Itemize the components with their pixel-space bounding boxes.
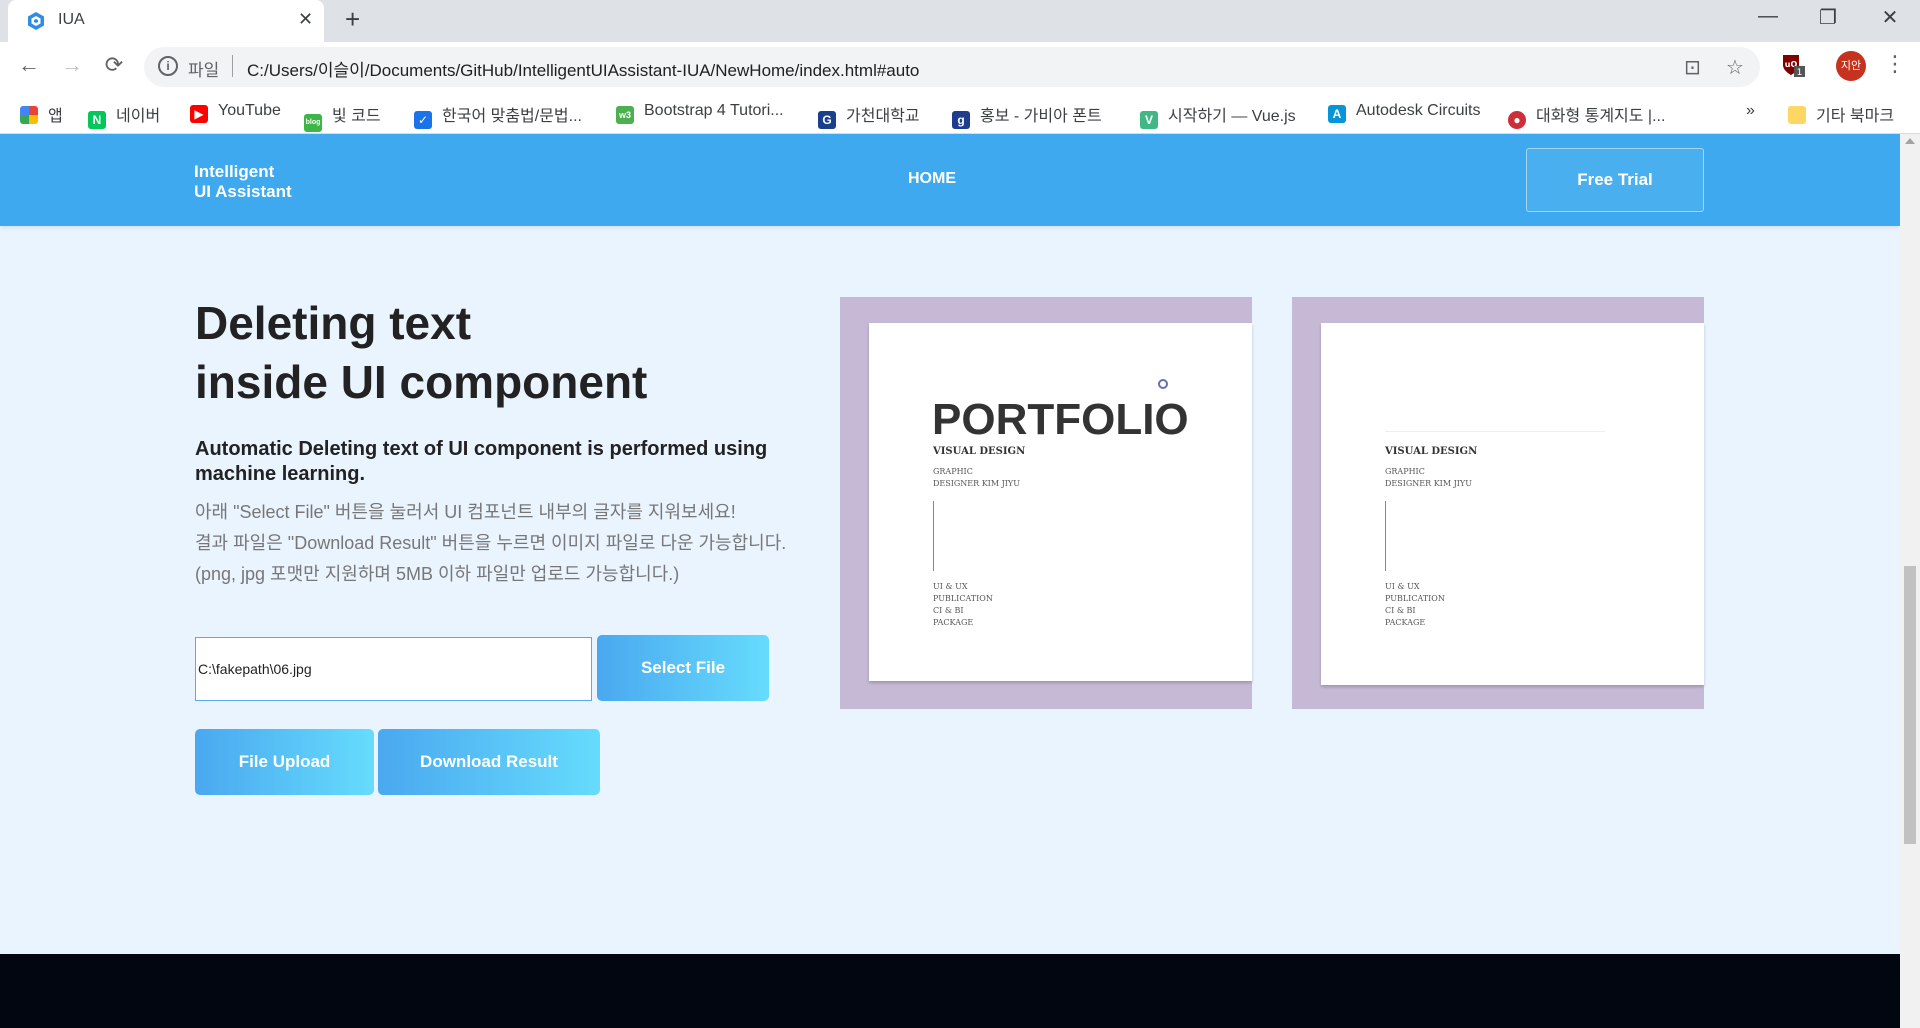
spellcheck-icon: ✓: [414, 111, 432, 129]
vue-icon: V: [1140, 111, 1158, 129]
bookmark-naver[interactable]: N 네이버: [88, 102, 160, 129]
back-button[interactable]: ←: [14, 52, 44, 78]
visual-design-heading: VISUAL DESIGN: [933, 446, 1026, 457]
page-viewport: Intelligent UI Assistant HOME Free Trial…: [0, 134, 1920, 1028]
free-trial-button[interactable]: Free Trial: [1526, 148, 1704, 212]
bookmark-vue[interactable]: V 시작하기 — Vue.js: [1140, 102, 1296, 129]
bookmark-gabia[interactable]: g 홍보 - 가비아 폰트: [952, 102, 1102, 129]
original-image: PORTFOLIO VISUAL DESIGN GRAPHIC DESIGNER…: [869, 323, 1252, 681]
close-window-button[interactable]: ✕: [1870, 5, 1910, 30]
nav-home-link[interactable]: HOME: [908, 170, 956, 188]
scroll-up-icon[interactable]: [1905, 138, 1915, 144]
extension-badge: 1: [1797, 68, 1803, 78]
bookmark-gachon[interactable]: G 가천대학교: [818, 102, 920, 129]
vertical-rule: [933, 501, 934, 571]
browser-tab[interactable]: IUA ✕: [8, 0, 324, 42]
result-image: VISUAL DESIGN GRAPHIC DESIGNER KIM JIYU …: [1321, 323, 1704, 685]
scroll-thumb[interactable]: [1904, 566, 1916, 844]
apps-icon: [20, 106, 38, 124]
bookmark-other-folder[interactable]: 기타 북마크: [1788, 102, 1894, 126]
bookmark-star-icon[interactable]: ☆: [1726, 55, 1744, 80]
hero-title: Deleting text inside UI component: [195, 294, 647, 412]
bookmark-bootstrap[interactable]: w3 Bootstrap 4 Tutori...: [616, 102, 784, 124]
iua-favicon-icon: [28, 12, 44, 30]
youtube-icon: ▶: [190, 105, 208, 123]
hero-title-line-2: inside UI component: [195, 356, 648, 408]
statmap-icon: ●: [1508, 111, 1526, 129]
tab-title: IUA: [58, 11, 85, 28]
file-path-field[interactable]: C:\fakepath\06.jpg: [195, 637, 592, 701]
tab-strip: IUA ✕ + — ❐ ✕: [0, 0, 1920, 42]
browser-toolbar: ← → ⟳ i 파일 C:/Users/이슬이/Documents/GitHub…: [0, 42, 1920, 92]
naver-icon: N: [88, 111, 106, 129]
page-scrollbar[interactable]: [1900, 134, 1920, 1028]
autodesk-icon: A: [1328, 105, 1346, 123]
bookmark-apps[interactable]: 앱: [20, 102, 63, 126]
designer-lines: GRAPHIC DESIGNER KIM JIYU: [1385, 467, 1472, 488]
erased-text-trace: [1385, 431, 1605, 432]
new-tab-button[interactable]: +: [345, 4, 360, 35]
hero-title-line-1: Deleting text: [195, 297, 472, 349]
info-icon[interactable]: i: [158, 56, 178, 76]
hero-description: 아래 "Select File" 버튼을 눌러서 UI 컴포넌트 내부의 글자를…: [195, 497, 795, 590]
vertical-rule: [1385, 501, 1386, 571]
tab-close-icon[interactable]: ✕: [298, 9, 313, 30]
circle-ornament: [1158, 379, 1168, 389]
url-separator: [232, 55, 233, 77]
visual-design-heading: VISUAL DESIGN: [1385, 446, 1478, 457]
original-image-frame: PORTFOLIO VISUAL DESIGN GRAPHIC DESIGNER…: [840, 297, 1252, 709]
ublock-extension-icon[interactable]: uO 1: [1780, 52, 1806, 83]
address-bar[interactable]: i 파일 C:/Users/이슬이/Documents/GitHub/Intel…: [144, 47, 1760, 87]
bookmark-autodesk[interactable]: A Autodesk Circuits: [1328, 102, 1481, 123]
profile-avatar[interactable]: 지안: [1836, 51, 1866, 81]
service-list: UI & UX PUBLICATION CI & BI PACKAGE: [1385, 582, 1445, 627]
hero-desc-2: 결과 파일은 "Download Result" 버튼을 누르면 이미지 파일로…: [195, 533, 787, 553]
blog-icon: blog: [304, 114, 322, 132]
bookmarks-overflow-icon[interactable]: »: [1746, 102, 1755, 120]
browser-menu-icon[interactable]: ⋮: [1884, 51, 1906, 77]
forward-button[interactable]: →: [57, 52, 87, 78]
translate-icon[interactable]: ⊡: [1684, 55, 1701, 80]
url-scheme-label: 파일: [188, 61, 220, 80]
site-footer: [0, 954, 1900, 1028]
select-file-button[interactable]: Select File: [597, 635, 769, 701]
file-upload-button[interactable]: File Upload: [195, 729, 374, 795]
restore-button[interactable]: ❐: [1808, 5, 1848, 30]
bookmark-statmap[interactable]: ● 대화형 통계지도 |...: [1508, 102, 1665, 129]
gabia-icon: g: [952, 111, 970, 129]
logo-line-1: Intelligent: [194, 162, 275, 181]
service-list: UI & UX PUBLICATION CI & BI PACKAGE: [933, 582, 993, 627]
download-result-button[interactable]: Download Result: [378, 729, 600, 795]
bookmark-blog[interactable]: blog 빛 코드: [304, 102, 381, 132]
designer-lines: GRAPHIC DESIGNER KIM JIYU: [933, 467, 1020, 488]
hero-desc-3: (png, jpg 포맷만 지원하며 5MB 이하 파일만 업로드 가능합니다.…: [195, 564, 680, 584]
result-image-frame: VISUAL DESIGN GRAPHIC DESIGNER KIM JIYU …: [1292, 297, 1704, 709]
site-logo[interactable]: Intelligent UI Assistant: [194, 162, 292, 202]
logo-line-2: UI Assistant: [194, 182, 292, 201]
gachon-icon: G: [818, 111, 836, 129]
w3schools-icon: w3: [616, 106, 634, 124]
bookmarks-bar: 앱 N 네이버 ▶ YouTube blog 빛 코드 ✓ 한국어 맞춤법/문법... …: [0, 92, 1920, 134]
bookmark-youtube[interactable]: ▶ YouTube: [190, 102, 281, 123]
reload-button[interactable]: ⟳: [99, 52, 129, 78]
hero-subtitle: Automatic Deleting text of UI component …: [195, 438, 768, 485]
bookmark-spellcheck[interactable]: ✓ 한국어 맞춤법/문법...: [414, 102, 582, 129]
hero-desc-1: 아래 "Select File" 버튼을 눌러서 UI 컴포넌트 내부의 글자를…: [195, 502, 736, 522]
portfolio-title: PORTFOLIO: [932, 395, 1189, 444]
site-header: Intelligent UI Assistant HOME Free Trial: [0, 134, 1900, 226]
minimize-button[interactable]: —: [1748, 5, 1788, 28]
folder-icon: [1788, 106, 1806, 124]
url-text[interactable]: C:/Users/이슬이/Documents/GitHub/Intelligen…: [247, 56, 919, 81]
